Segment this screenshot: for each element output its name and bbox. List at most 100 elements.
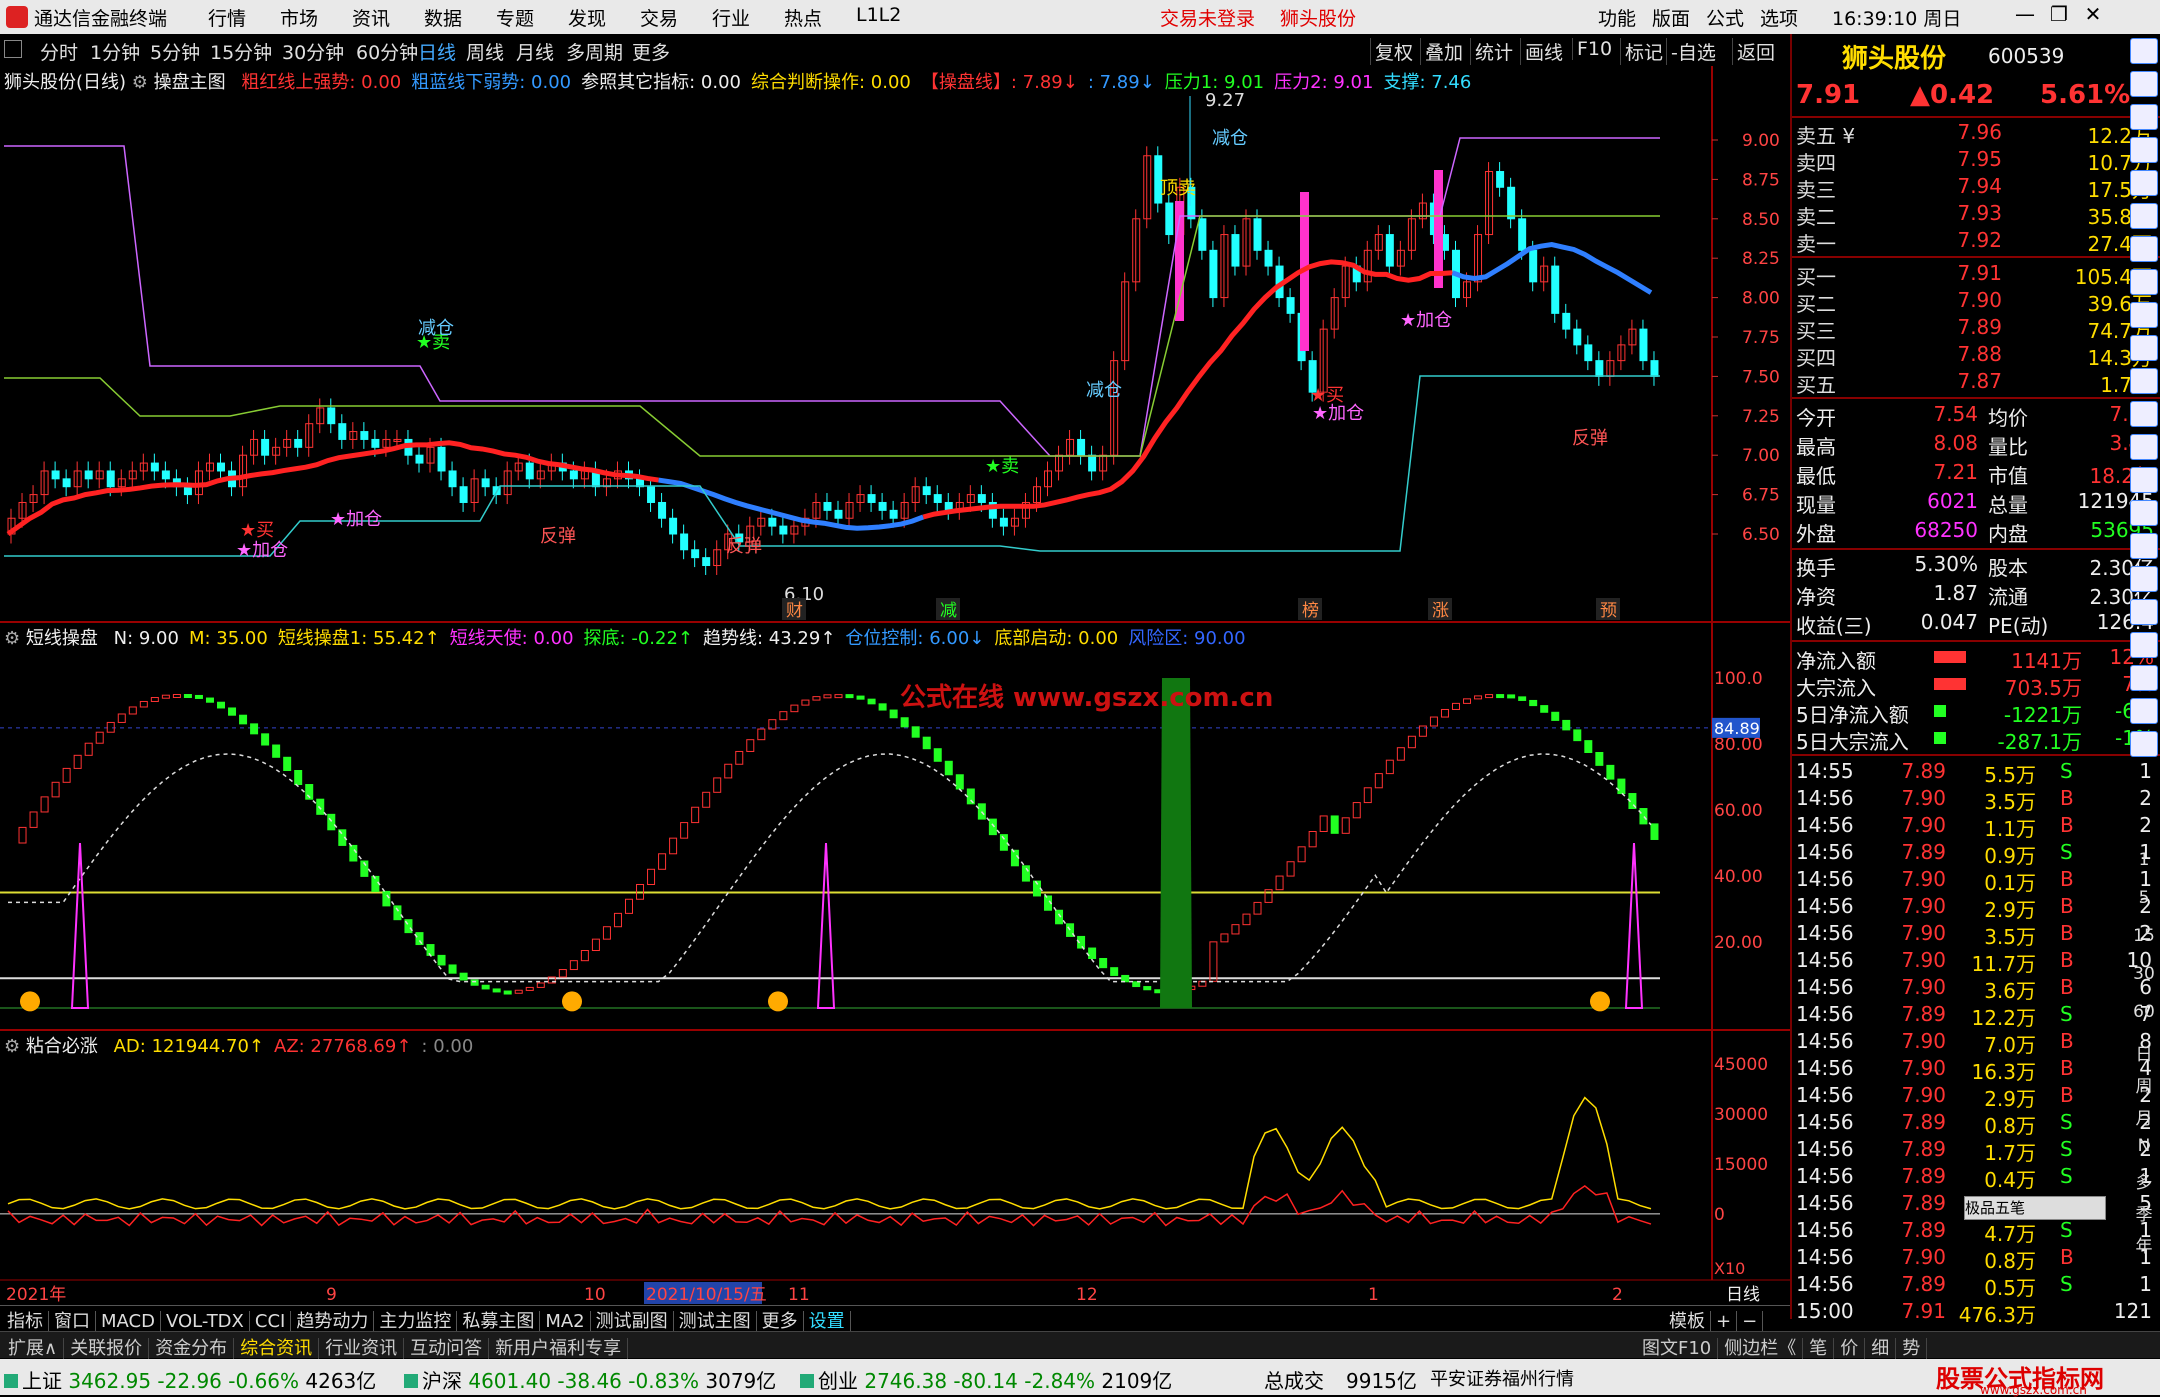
info-tab[interactable]: 资金分布 (149, 1338, 235, 1359)
menu-item[interactable]: 发现 (568, 4, 606, 31)
indicator-tab[interactable]: MACD (96, 1311, 161, 1332)
side-period-button[interactable]: 60 (2130, 1002, 2158, 1022)
indicator-tab[interactable]: 设置 (803, 1311, 851, 1332)
side-period-button[interactable]: 周 (2130, 1072, 2158, 1097)
info-tab-right[interactable]: 势 (1896, 1338, 1928, 1359)
side-tool-icon[interactable] (2130, 731, 2158, 757)
indicator-tab[interactable]: 指标 (2, 1311, 49, 1332)
menu-item[interactable]: 热点 (784, 4, 822, 31)
period-tab[interactable]: 分时 (40, 38, 78, 65)
side-tool-icon[interactable] (2130, 335, 2158, 361)
info-tab[interactable]: 新用户福利专享 (489, 1338, 629, 1359)
info-tab-right[interactable]: 图文F10 (1636, 1338, 1719, 1359)
menu-item[interactable]: 资讯 (352, 4, 390, 31)
restore-icon[interactable]: ❐ (2042, 2, 2076, 26)
toolbar-button[interactable]: 叠加 (1420, 38, 1463, 65)
menu-item[interactable]: 交易 (640, 4, 678, 31)
side-tool-icon[interactable] (2130, 203, 2158, 229)
login-status[interactable]: 交易未登录 (1160, 4, 1255, 31)
side-period-button[interactable]: 日 (2130, 1040, 2158, 1065)
period-tab[interactable]: 日线 (418, 38, 456, 65)
info-tab[interactable]: 关联报价 (64, 1338, 150, 1359)
side-tool-icon[interactable] (2130, 104, 2158, 130)
toggle-icon[interactable] (4, 40, 22, 58)
side-tool-icon[interactable] (2130, 467, 2158, 493)
toolbar-button[interactable]: F10 (1572, 38, 1612, 60)
side-tool-icon[interactable] (2130, 632, 2158, 658)
side-period-button[interactable]: 季 (2130, 1200, 2158, 1225)
index-ticker[interactable]: 沪深 4601.40 -38.46 -0.83% 3079亿 (404, 1365, 776, 1394)
side-tool-icon[interactable] (2130, 38, 2158, 64)
side-period-button[interactable]: 多 (2130, 1168, 2158, 1193)
period-tab[interactable]: 月线 (516, 38, 554, 65)
period-tab[interactable]: 5分钟 (150, 38, 200, 65)
indicator-tab[interactable]: 测试副图 (590, 1311, 674, 1332)
info-tab-right[interactable]: 侧边栏《 (1718, 1338, 1804, 1359)
settings-icon[interactable]: ⚙ (4, 628, 20, 649)
side-tool-icon[interactable] (2130, 368, 2158, 394)
settings-icon[interactable]: ⚙ (4, 1036, 20, 1057)
toolbar-button[interactable]: -自选 (1666, 38, 1716, 65)
formula-name[interactable]: 粘合必涨 (26, 1036, 98, 1057)
menu-item[interactable]: 行情 (208, 4, 246, 31)
indicator-tab[interactable]: 私募主图 (457, 1311, 541, 1332)
toolbar-button[interactable]: 标记 (1620, 38, 1663, 65)
menu-item[interactable]: 数据 (424, 4, 462, 31)
side-period-button[interactable]: 5 (2130, 888, 2158, 908)
side-tool-icon[interactable] (2130, 599, 2158, 625)
info-tab[interactable]: 综合资讯 (234, 1338, 320, 1359)
menu-item[interactable]: 公式 (1706, 4, 1744, 31)
side-tool-icon[interactable] (2130, 533, 2158, 559)
side-tool-icon[interactable] (2130, 665, 2158, 691)
close-icon[interactable]: ✕ (2076, 2, 2110, 26)
info-tab-right[interactable]: 价 (1834, 1338, 1866, 1359)
side-period-button[interactable]: 30 (2130, 964, 2158, 984)
tab-control-button[interactable]: + (1711, 1311, 1738, 1332)
side-tool-icon[interactable] (2130, 170, 2158, 196)
side-tool-icon[interactable] (2130, 236, 2158, 262)
indicator-tab[interactable]: VOL-TDX (160, 1311, 250, 1332)
side-tool-icon[interactable] (2130, 302, 2158, 328)
indicator-tab[interactable]: MA2 (540, 1311, 591, 1332)
indicator-tab[interactable]: 更多 (756, 1311, 804, 1332)
tab-control-button[interactable]: − (1737, 1311, 1764, 1332)
menu-item[interactable]: 专题 (496, 4, 534, 31)
info-tab[interactable]: 扩展∧ (2, 1338, 65, 1359)
indicator-tab[interactable]: 测试主图 (673, 1311, 757, 1332)
side-tool-icon[interactable] (2130, 434, 2158, 460)
side-period-button[interactable]: 年 (2130, 1232, 2158, 1257)
side-period-button[interactable]: 月 (2130, 1104, 2158, 1129)
period-tab[interactable]: 1分钟 (90, 38, 140, 65)
period-tab[interactable]: 15分钟 (210, 38, 272, 65)
tab-control-button[interactable]: 模板 (1664, 1311, 1711, 1332)
chart-area[interactable]: 9.00 8.75 8.50 8.25 8.00 7.75 7.50 7.25 7.00 6.75… (0, 66, 1790, 1305)
toolbar-button[interactable]: 统计 (1470, 38, 1513, 65)
formula-name[interactable]: 短线操盘 (26, 628, 98, 649)
menu-item[interactable]: L1L2 (856, 4, 901, 26)
period-tab[interactable]: 30分钟 (282, 38, 344, 65)
index-ticker[interactable]: 创业 2746.38 -80.14 -2.84% 2109亿 (800, 1365, 1172, 1394)
menu-item[interactable]: 市场 (280, 4, 318, 31)
menu-item[interactable]: 功能 (1598, 4, 1636, 31)
side-tool-icon[interactable] (2130, 500, 2158, 526)
indicator-tab[interactable]: CCI (249, 1311, 292, 1332)
period-tab[interactable]: 更多 (632, 38, 670, 65)
side-tool-icon[interactable] (2130, 401, 2158, 427)
side-period-button[interactable]: N (2130, 1136, 2158, 1156)
toolbar-button[interactable]: 画线 (1520, 38, 1563, 65)
side-tool-icon[interactable] (2130, 698, 2158, 724)
side-tool-icon[interactable] (2130, 137, 2158, 163)
indicator-tab[interactable]: 主力监控 (374, 1311, 458, 1332)
period-tab[interactable]: 周线 (466, 38, 504, 65)
settings-icon[interactable]: ⚙ (132, 72, 148, 93)
info-tab[interactable]: 行业资讯 (319, 1338, 405, 1359)
minimize-icon[interactable]: — (2008, 2, 2042, 26)
period-tab[interactable]: 多周期 (566, 38, 623, 65)
toolbar-button[interactable]: 返回 (1732, 38, 1775, 65)
indicator-tab[interactable]: 趋势动力 (291, 1311, 375, 1332)
formula-name[interactable]: 操盘主图 (154, 72, 226, 93)
side-tool-icon[interactable] (2130, 566, 2158, 592)
indicator-tab[interactable]: 窗口 (49, 1311, 96, 1332)
period-tab[interactable]: 60分钟 (356, 38, 418, 65)
side-period-button[interactable]: 15 (2130, 926, 2158, 946)
